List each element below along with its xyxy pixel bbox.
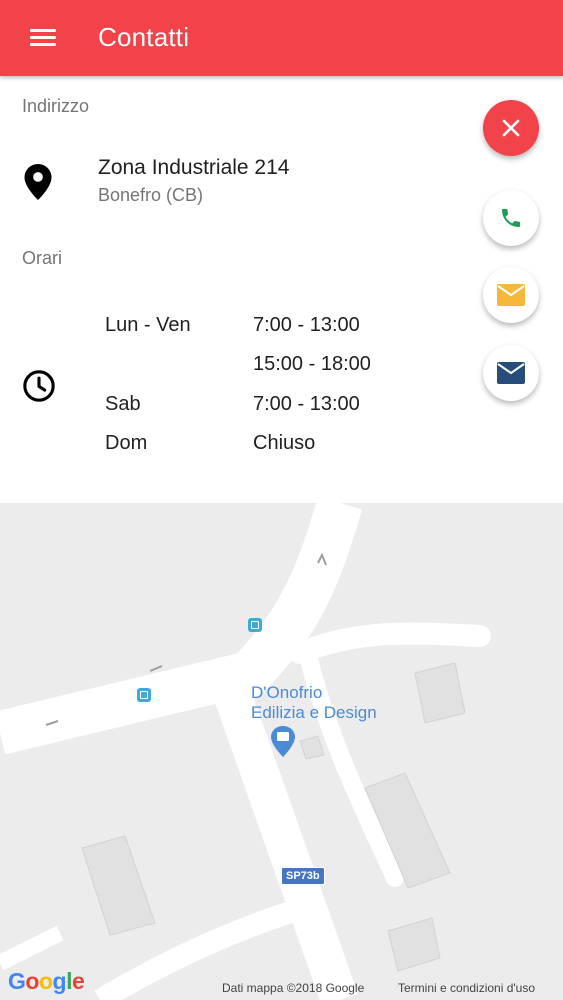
map-place-name: D'Onofrio: [251, 683, 323, 702]
google-logo: Google: [8, 968, 85, 994]
address-street[interactable]: Zona Industriale 214: [98, 156, 289, 180]
hours-day-label: Dom: [105, 432, 148, 454]
bus-stop-icon[interactable]: [248, 618, 262, 632]
email-button[interactable]: [483, 267, 539, 323]
hours-day-label: Sab: [105, 393, 141, 415]
hours-day-label: Lun - Ven: [105, 314, 191, 336]
map-place-category: Edilizia e Design: [251, 703, 377, 722]
address-section-label: Indirizzo: [22, 96, 90, 116]
message-button[interactable]: [483, 345, 539, 401]
message-icon: [497, 362, 525, 384]
hours-time-value: 15:00 - 18:00: [253, 353, 371, 375]
hours-time-value: 7:00 - 13:00: [253, 314, 360, 336]
hours-time-value: 7:00 - 13:00: [253, 393, 360, 415]
location-pin-icon: [24, 164, 52, 200]
hours-time-value: Chiuso: [253, 432, 316, 454]
phone-icon: [502, 209, 520, 227]
bus-stop-icon[interactable]: [137, 688, 151, 702]
address-city: Bonefro (CB): [98, 185, 204, 205]
call-button[interactable]: [483, 190, 539, 246]
map-view[interactable]: D'Onofrio Edilizia e Design SP73b Google…: [0, 503, 563, 1000]
map-terms-link[interactable]: Termini e condizioni d'uso: [398, 981, 535, 995]
map-data-credit: Dati mappa ©2018 Google: [222, 981, 365, 995]
map-roads: [0, 503, 491, 1000]
clock-icon: [23, 370, 55, 402]
email-icon: [497, 284, 525, 306]
close-fab-button[interactable]: [483, 100, 539, 156]
hamburger-menu-icon[interactable]: [30, 27, 56, 49]
app-bar: Contatti: [0, 0, 563, 76]
close-icon: [502, 119, 520, 137]
page-title: Contatti: [98, 22, 190, 52]
map-place-label[interactable]: D'Onofrio Edilizia e Design: [251, 683, 377, 723]
road-shield-label: SP73b: [281, 867, 325, 885]
hours-section-label: Orari: [22, 248, 62, 268]
